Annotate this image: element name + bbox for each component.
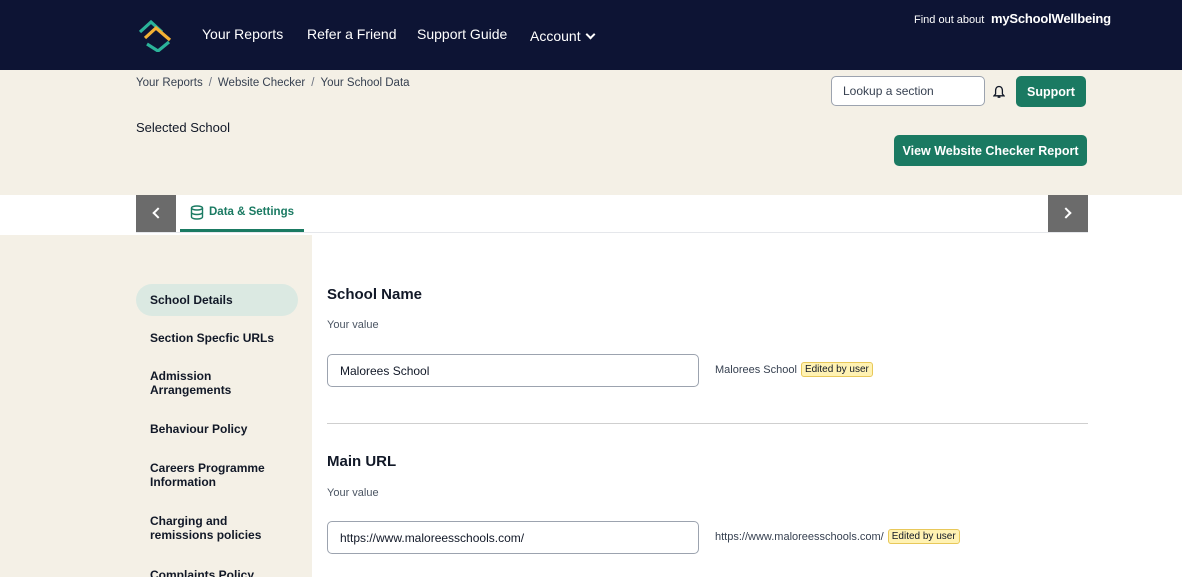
breadcrumb-your-reports[interactable]: Your Reports — [136, 77, 203, 89]
top-navbar: Your Reports Refer a Friend Support Guid… — [0, 0, 1182, 70]
section-divider — [327, 423, 1088, 424]
your-value-hint: Your value — [327, 319, 379, 331]
section-title-school-name: School Name — [327, 286, 423, 303]
sidebar-item-complaints-policy[interactable]: Complaints Policy — [136, 568, 298, 577]
main-url-input[interactable] — [327, 521, 699, 554]
your-value-hint: Your value — [327, 487, 379, 499]
nav-account-label: Account — [530, 28, 581, 44]
view-website-checker-report-button[interactable]: View Website Checker Report — [894, 135, 1087, 166]
sidebar-item-charging-and-remissions-policies[interactable]: Charging and remissions policies — [136, 514, 266, 542]
chevron-left-icon — [152, 207, 164, 219]
selected-school-label: Selected School — [136, 120, 230, 135]
bell-icon[interactable] — [993, 85, 1005, 99]
section-title-main-url: Main URL — [327, 453, 397, 470]
edited-by-user-badge: Edited by user — [800, 362, 873, 377]
breadcrumb-separator: / — [208, 77, 212, 89]
breadcrumb-website-checker[interactable]: Website Checker — [218, 77, 305, 89]
sidebar-item-section-specific-urls[interactable]: Section Specfic URLs — [136, 331, 298, 345]
breadcrumb-your-school-data: Your School Data — [320, 77, 410, 89]
support-button[interactable]: Support — [1016, 76, 1086, 107]
chevron-down-icon — [585, 29, 596, 40]
tab-data-settings-label: Data & Settings — [209, 206, 294, 218]
chevron-right-icon — [1060, 207, 1072, 219]
school-name-current-text: Malorees School — [715, 363, 797, 376]
nav-account-menu[interactable]: Account — [530, 28, 596, 44]
main-url-current-text: https://www.maloreesschools.com/ — [715, 530, 884, 543]
sidebar-item-behaviour-policy[interactable]: Behaviour Policy — [136, 422, 298, 436]
tab-scroll-right-button[interactable] — [1048, 195, 1088, 232]
nav-refer-a-friend[interactable]: Refer a Friend — [307, 26, 396, 42]
nav-your-reports[interactable]: Your Reports — [202, 26, 283, 42]
logo-icon[interactable] — [137, 18, 173, 52]
lookup-section-input[interactable] — [831, 76, 985, 106]
page: Your Reports Refer a Friend Support Guid… — [0, 0, 1182, 577]
find-out-about-label[interactable]: Find out about — [914, 14, 984, 26]
breadcrumb: Your Reports / Website Checker / Your School… — [136, 77, 410, 89]
nav-support-guide[interactable]: Support Guide — [417, 26, 507, 42]
database-icon — [190, 204, 204, 220]
school-name-input[interactable] — [327, 354, 699, 387]
main-url-current-value: https://www.maloreesschools.com/ Edited … — [715, 529, 960, 544]
sidebar-item-admission-arrangements[interactable]: Admission Arrangements — [136, 369, 266, 397]
tab-scroll-left-button[interactable] — [136, 195, 176, 232]
school-name-current-value: Malorees School Edited by user — [715, 362, 873, 377]
sidebar-item-careers-programme-information[interactable]: Careers Programme Information — [136, 461, 286, 489]
tab-data-settings[interactable]: Data & Settings — [180, 195, 304, 232]
breadcrumb-separator: / — [311, 77, 315, 89]
edited-by-user-badge: Edited by user — [887, 529, 960, 544]
sidebar-item-school-details[interactable]: School Details — [136, 284, 298, 316]
myschoolwellbeing-logo[interactable]: mySchoolWellbeing — [991, 11, 1111, 26]
